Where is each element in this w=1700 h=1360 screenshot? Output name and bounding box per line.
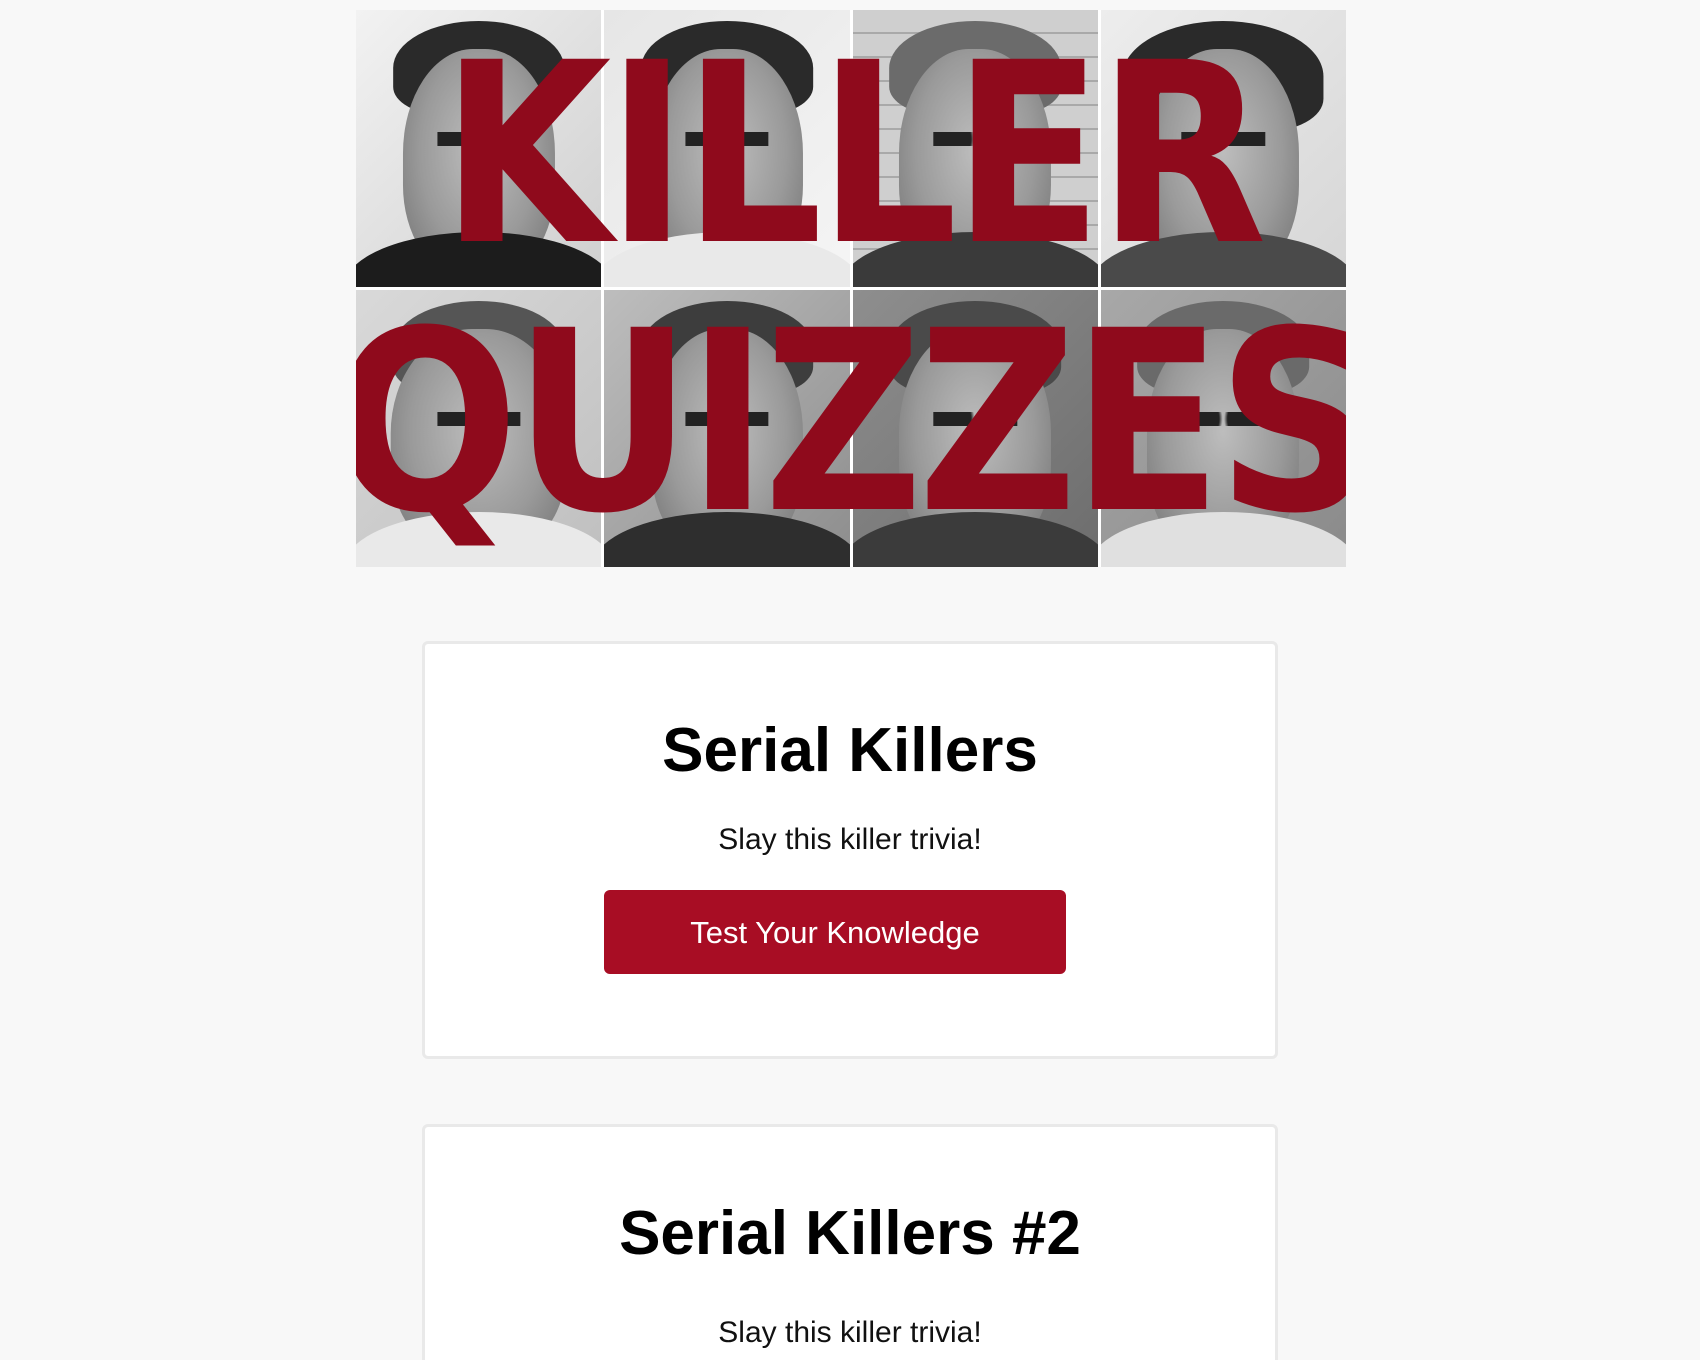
mugshot-photo [356,290,602,567]
quiz-card: Serial Killers #2 Slay this killer trivi… [422,1124,1278,1360]
quiz-description: Slay this killer trivia! [718,823,982,856]
quiz-title: Serial Killers [662,716,1038,785]
quiz-card: Serial Killers Slay this killer trivia! … [422,641,1278,1059]
mugshot-photo [356,10,602,287]
killer-quizzes-banner: KILLER QUIZZES [356,10,1346,567]
test-your-knowledge-button[interactable]: Test Your Knowledge [604,890,1066,974]
mugshot-grid [356,10,1346,567]
mugshot-photo [604,10,850,287]
mugshot-photo [852,290,1098,567]
page: KILLER QUIZZES Serial Killers Slay this … [0,0,1700,1360]
mugshot-photo [852,10,1098,287]
quiz-description: Slay this killer trivia! [718,1316,982,1349]
quiz-title: Serial Killers #2 [619,1199,1081,1268]
mugshot-photo [1100,290,1346,567]
mugshot-photo [604,290,850,567]
mugshot-photo [1100,10,1346,287]
